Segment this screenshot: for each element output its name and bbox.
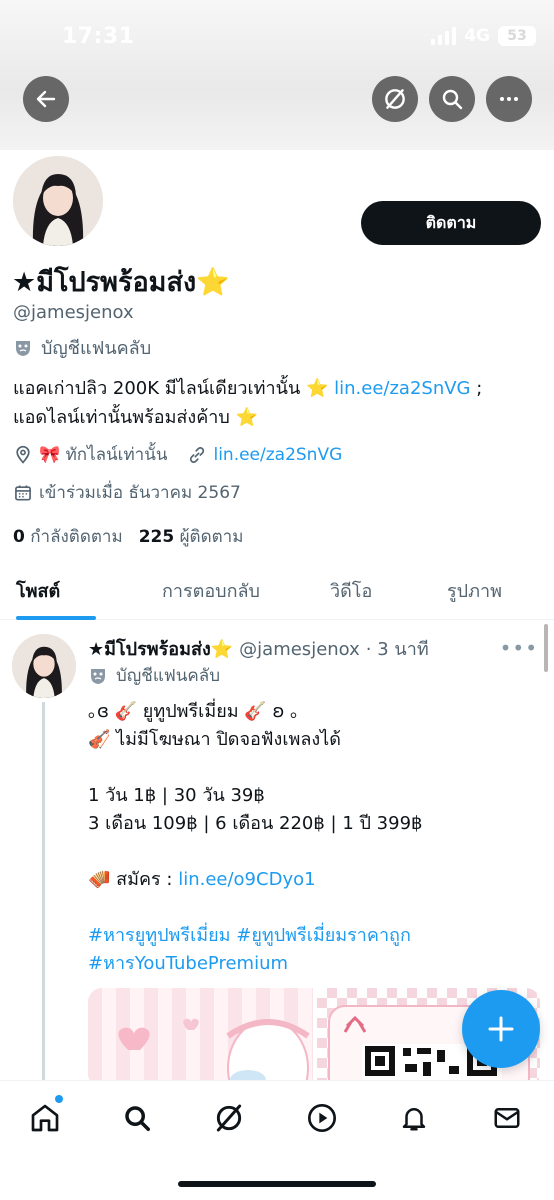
- tab-videos[interactable]: วิดีโอ: [330, 576, 372, 605]
- profile-tabs: โพสต์ การตอบกลับ วิดีโอ รูปภาพ: [0, 560, 554, 620]
- search-icon: [125, 1106, 150, 1131]
- tab-posts[interactable]: โพสต์: [16, 576, 60, 605]
- post-line: [88, 838, 538, 866]
- post-more-icon[interactable]: •••: [500, 636, 538, 660]
- nav-home[interactable]: [28, 1101, 62, 1135]
- following-label: กำลังติดตาม: [30, 527, 123, 547]
- nav-notifications[interactable]: [397, 1101, 431, 1135]
- nav-search[interactable]: [120, 1101, 154, 1135]
- post-avatar[interactable]: [12, 634, 76, 698]
- profile-banner: [0, 0, 554, 150]
- grok-button[interactable]: [372, 76, 418, 122]
- joined-date: เข้าร่วมเมื่อ ธันวาคม 2567: [39, 483, 241, 503]
- post-line: [88, 894, 538, 922]
- post-line: [88, 754, 538, 782]
- status-time: 17:31: [62, 24, 135, 49]
- post-hashtags[interactable]: #หารYouTubePremium: [88, 950, 538, 978]
- post-body: ｡‪ɞ‬ 🎸 ยูทูปพรีเมี่ยม 🎸 ‪ʚ‬ ｡ 🎻 ไม่มีโฆษ…: [88, 698, 538, 978]
- post-signup-line: 🪗 สมัคร : lin.ee/o9CDyo1: [88, 866, 538, 894]
- nav-videos[interactable]: [305, 1101, 339, 1135]
- back-button[interactable]: [23, 76, 69, 122]
- nav-messages[interactable]: [490, 1101, 524, 1135]
- link-icon: [190, 446, 205, 463]
- bio-line-2: แอดไลน์เท่านั้นพร้อมส่งค้าบ ⭐: [13, 407, 258, 428]
- network-type: 4G: [464, 26, 490, 46]
- signup-link[interactable]: lin.ee/o9CDyo1: [178, 869, 315, 890]
- bell-icon: [402, 1108, 426, 1131]
- profile-meta-row: 🎀 ทักไลน์เท่านั้น lin.ee/za2SnVG: [13, 441, 342, 468]
- more-icon: [500, 97, 518, 101]
- post-fan-text: บัญชีแฟนคลับ: [116, 666, 221, 686]
- website-link[interactable]: lin.ee/za2SnVG: [213, 445, 342, 465]
- profile-avatar[interactable]: [10, 153, 106, 249]
- follow-stats: 0 กำลังติดตาม 225 ผู้ติดตาม: [13, 523, 243, 550]
- pink-character-image: [118, 1018, 310, 1088]
- bio-link[interactable]: lin.ee/za2SnVG: [334, 378, 470, 399]
- signup-label: 🪗 สมัคร :: [88, 869, 179, 890]
- grok-icon: [216, 1104, 242, 1132]
- post-line: 🎻 ไม่มีโฆษณา ปิดจอฟังเพลงได้: [88, 729, 341, 750]
- joined-row: เข้าร่วมเมื่อ ธันวาคม 2567: [13, 479, 241, 506]
- post-fan-label: บัญชีแฟนคลับ: [88, 662, 220, 689]
- profile-handle: @jamesjenox: [13, 302, 134, 323]
- fan-account-text: บัญชีแฟนคลับ: [41, 338, 152, 359]
- location-text: 🎀 ทักไลน์เท่านั้น: [39, 445, 168, 465]
- tab-photos[interactable]: รูปภาพ: [447, 576, 502, 605]
- following-count: 0: [13, 527, 25, 547]
- mask-icon: [91, 668, 105, 684]
- back-arrow-icon: [36, 90, 56, 108]
- following-link[interactable]: 0 กำลังติดตาม: [13, 523, 123, 550]
- post-line: ｡‪ɞ‬ 🎸 ยูทูปพรีเมี่ยม 🎸 ‪ʚ‬ ｡: [88, 701, 300, 722]
- play-icon: [308, 1104, 336, 1132]
- status-indicators: 4G 53: [431, 26, 536, 46]
- followers-count: 225: [138, 527, 175, 547]
- active-tab-indicator: [16, 616, 96, 620]
- fan-account-label: บัญชีแฟนคลับ: [13, 333, 151, 362]
- compose-button[interactable]: [462, 990, 540, 1068]
- followers-link[interactable]: 225 ผู้ติดตาม: [139, 523, 244, 550]
- plus-icon: [488, 1016, 514, 1042]
- mail-icon: [494, 1108, 520, 1128]
- search-icon: [442, 89, 463, 110]
- bio-text: แอคเก่าปลิว 200K มีไลน์เดียวเท่านั้น ⭐: [13, 378, 335, 399]
- profile-bio: แอคเก่าปลิว 200K มีไลน์เดียวเท่านั้น ⭐ l…: [13, 374, 543, 432]
- home-indicator: [178, 1181, 376, 1187]
- post-line: 1 วัน 1฿ | 30 วัน 39฿: [88, 785, 265, 806]
- scrollbar[interactable]: [544, 624, 548, 672]
- thread-line: [42, 702, 45, 1082]
- post-author-name[interactable]: ★มีโปรพร้อมส่ง⭐: [88, 634, 233, 663]
- search-button[interactable]: [429, 76, 475, 122]
- post-author-handle[interactable]: @jamesjenox: [239, 639, 360, 660]
- signal-icon: [431, 27, 457, 45]
- grok-icon: [385, 89, 405, 109]
- mask-icon: [16, 340, 30, 356]
- nav-grok[interactable]: [212, 1101, 246, 1135]
- calendar-icon: [15, 485, 31, 500]
- home-icon: [31, 1104, 59, 1132]
- post-avatar-image: [12, 634, 76, 698]
- more-button[interactable]: [486, 76, 532, 122]
- media-image-left[interactable]: [88, 988, 313, 1088]
- post-line: 3 เดือน 109฿ | 6 เดือน 220฿ | 1 ปี 399฿: [88, 813, 423, 834]
- post-header: ★มีโปรพร้อมส่ง⭐ @jamesjenox · 3 นาที: [88, 634, 429, 663]
- bio-text-end: ;: [470, 378, 483, 399]
- post-hashtags[interactable]: #หารยูทูปพรีเมี่ยม #ยูทูปพรีเมี่ยมราคาถู…: [88, 922, 538, 950]
- tab-replies[interactable]: การตอบกลับ: [162, 576, 260, 605]
- battery-icon: 53: [498, 26, 536, 46]
- profile-name: ★มีโปรพร้อมส่ง⭐: [12, 267, 230, 298]
- avatar-image: [13, 156, 103, 246]
- location-icon: [16, 445, 30, 464]
- post-time: · 3 นาที: [365, 639, 429, 660]
- notification-dot: [55, 1095, 63, 1103]
- followers-label: ผู้ติดตาม: [179, 527, 244, 547]
- follow-button[interactable]: ติดตาม: [361, 201, 541, 245]
